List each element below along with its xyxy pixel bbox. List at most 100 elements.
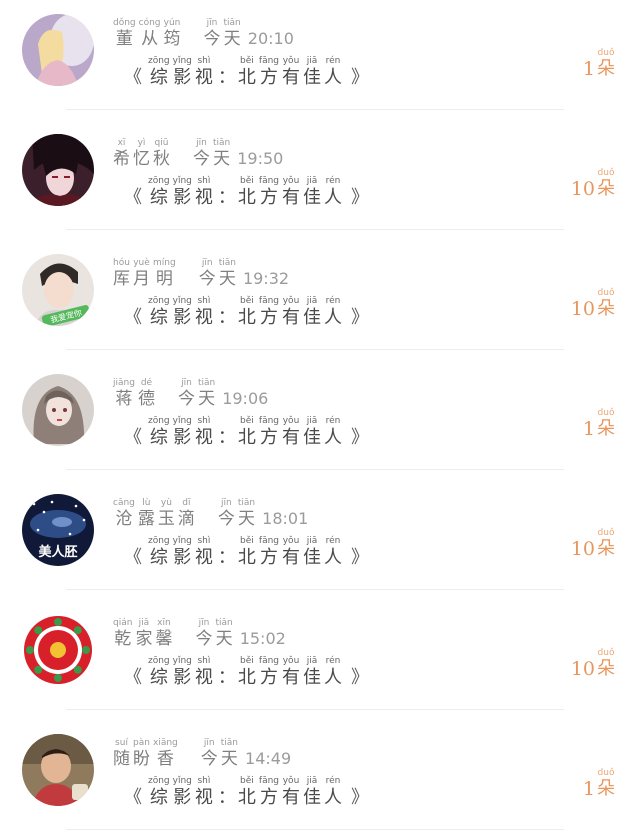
hanzi: 方 — [259, 547, 278, 568]
user-name-char: yún 筠 — [164, 18, 181, 50]
today-label-char: jīn 今 — [218, 498, 235, 530]
pinyin: jīn — [201, 258, 213, 268]
program-title-char: rén 人 — [324, 776, 342, 810]
today-label-char: jīn 今 — [199, 258, 216, 290]
avatar[interactable] — [22, 374, 94, 446]
program-title-char: yǐng 影 — [173, 536, 192, 570]
hanzi: 综 — [149, 307, 168, 328]
avatar[interactable] — [22, 134, 94, 206]
avatar[interactable] — [22, 14, 94, 86]
pinyin: rén — [325, 656, 341, 666]
hanzi: 北 — [237, 427, 256, 448]
count-unit: duǒ 朵 — [597, 48, 615, 80]
pinyin: fāng — [258, 416, 280, 426]
pinyin: shì — [197, 776, 211, 786]
hanzi: 综 — [149, 67, 168, 88]
pinyin: běi — [240, 416, 254, 426]
girl-with-horse-avatar — [22, 14, 94, 86]
hanzi: 有 — [282, 667, 301, 688]
timestamp: 15:02 — [239, 629, 286, 648]
program-title-char: yǐng 影 — [173, 656, 192, 690]
gift-record[interactable]: jiāng 蒋 dé 德 jīn 今 tiān 天 19:06 《 zōng 综 yǐng 影 shì 视： b… — [0, 360, 640, 480]
avatar-caption: 美人胚 — [38, 544, 77, 560]
pinyin: duǒ — [597, 408, 615, 418]
pinyin: jiā — [306, 296, 318, 306]
hanzi: 朵 — [597, 658, 615, 679]
program-title-char: běi 北 — [238, 416, 256, 450]
program-title-char: běi 北 — [238, 176, 256, 210]
pinyin: yǐng — [172, 416, 192, 426]
title-colon: ： — [217, 667, 236, 688]
program-title: 《 zōng 综 yǐng 影 shì 视： běi 北 fāng 方 yǒu 有 jiā 佳 rén 人》 — [118, 52, 375, 90]
user-name-char: dé 德 — [138, 378, 155, 410]
program-title-char: fāng 方 — [259, 176, 279, 210]
gift-record[interactable]: dǒng 董 cóng 从 yún 筠 jīn 今 tiān 天 20:10 《 zōng 综 yǐng 影 s… — [0, 0, 640, 120]
program-title-char: fāng 方 — [259, 296, 279, 330]
pinyin: rén — [325, 296, 341, 306]
meta-line: jiāng 蒋 dé 德 jīn 今 tiān 天 19:06 — [113, 376, 268, 410]
hanzi: 今 — [177, 389, 195, 409]
program-title-char: shì 视 — [195, 416, 213, 450]
hanzi: 北 — [237, 667, 256, 688]
program-title-char: shì 视 — [195, 536, 213, 570]
hanzi: 佳 — [303, 67, 322, 88]
pinyin: tiān — [218, 258, 236, 268]
program-title-char: běi 北 — [238, 656, 256, 690]
gift-record[interactable]: qián 乾 jiā 家 xīn 馨 jīn 今 tiān 天 15:02 《 zōng 综 yǐng 影 sh… — [0, 600, 640, 720]
timestamp: 18:01 — [262, 509, 309, 528]
title-bracket-open: 《 — [124, 667, 142, 688]
program-title-char: jiā 佳 — [303, 176, 321, 210]
avatar[interactable] — [22, 734, 94, 806]
pinyin: dé — [140, 378, 153, 388]
user-name-char: míng 明 — [153, 258, 176, 290]
pinyin: tiān — [237, 498, 256, 508]
user-name-char: dī 滴 — [178, 498, 195, 530]
pinyin: yuè — [133, 258, 150, 268]
pinyin: hóu — [113, 258, 130, 268]
pinyin: jiā — [306, 416, 318, 426]
title-bracket-close: 》 — [351, 67, 370, 88]
flower-count: 1 duǒ 朵 — [583, 768, 618, 800]
gift-record[interactable]: 我爱宠你 hóu 厍 yuè 月 míng 明 jīn 今 tiān 天 19:32 《 zōng 综 yǐn… — [0, 240, 640, 360]
title-bracket-open: 《 — [124, 547, 142, 568]
program-title: 《 zōng 综 yǐng 影 shì 视： běi 北 fāng 方 yǒu 有 jiā 佳 rén 人》 — [118, 772, 375, 810]
title-bracket-open: 《 — [124, 427, 142, 448]
title-colon: ： — [217, 787, 236, 808]
gift-record[interactable]: suí 随 pàn 盼 xiāng 香 jīn 今 tiān 天 14:49 《 zōng 综 yǐng 影 s… — [0, 720, 640, 840]
today-label-char: tiān 天 — [221, 738, 238, 770]
hanzi: 视 — [194, 187, 213, 208]
hanzi: 天 — [213, 149, 231, 169]
pinyin: zōng — [148, 176, 170, 186]
pinyin: tiān — [197, 378, 216, 388]
pinyin: fāng — [258, 296, 280, 306]
timestamp: 19:06 — [222, 389, 269, 408]
count-number: 10 — [570, 178, 595, 200]
count-unit: duǒ 朵 — [597, 528, 615, 560]
timestamp: 19:32 — [242, 269, 290, 288]
hanzi: 有 — [282, 67, 301, 88]
title-colon: ： — [217, 427, 236, 448]
title-bracket-open: 《 — [124, 787, 142, 808]
hanzi: 天 — [218, 269, 236, 289]
avatar[interactable] — [22, 614, 94, 686]
pinyin: míng — [153, 258, 176, 268]
pinyin: yǐng — [172, 296, 192, 306]
program-title-char: yǒu 有 — [282, 176, 300, 210]
gift-record[interactable]: xī 希 yì 忆 qiū 秋 jīn 今 tiān 天 19:50 《 zōng 综 yǐng 影 shì 视：… — [0, 120, 640, 240]
user-name-char: hóu 厍 — [113, 258, 130, 290]
program-title-char: jiā 佳 — [303, 656, 321, 690]
gift-record[interactable]: 美人胚 cāng 沧 lù 露 yù 玉 dī 滴 jīn 今 tiān 天 18:01 《 zōng 综 yǐn… — [0, 480, 640, 600]
pinyin: běi — [240, 776, 254, 786]
avatar[interactable]: 美人胚 — [22, 494, 94, 566]
program-title-char: zōng 综 — [148, 656, 170, 690]
program-title-char: yǐng 影 — [173, 776, 192, 810]
program-title-char: jiā 佳 — [303, 416, 321, 450]
hanzi: 佳 — [303, 547, 322, 568]
pinyin: rén — [325, 776, 341, 786]
user-name-char: lù 露 — [138, 498, 155, 530]
program-title-char: jiā 佳 — [303, 56, 321, 90]
program-title-char: yǒu 有 — [282, 776, 300, 810]
avatar[interactable]: 我爱宠你 — [22, 254, 94, 326]
user-name-char: jiā 家 — [135, 618, 152, 650]
count-unit: duǒ 朵 — [597, 408, 615, 440]
